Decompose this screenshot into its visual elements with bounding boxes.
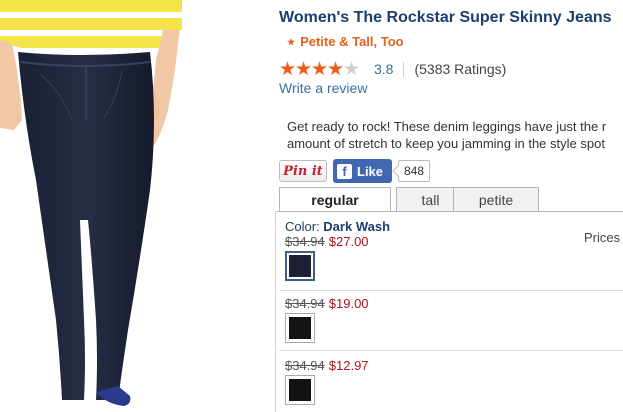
rating-value[interactable]: 3.8	[374, 61, 393, 77]
rating-row: ★ ★ ★ ★ ★ 3.8 (5383 Ratings)	[279, 58, 506, 80]
original-price: $34.94	[285, 358, 325, 373]
product-image[interactable]	[0, 0, 270, 412]
tagline-text: Petite & Tall, Too	[300, 34, 404, 49]
rating-stars[interactable]: ★ ★ ★ ★ ★	[279, 58, 361, 80]
size-tabs: regular tall petite	[279, 187, 623, 212]
jeans-model-photo	[0, 0, 182, 406]
color-name: Dark Wash	[323, 219, 391, 234]
row-divider	[279, 350, 623, 351]
original-price: $34.94	[285, 234, 325, 249]
vertical-divider	[275, 212, 276, 412]
star-icon: ★	[287, 37, 296, 47]
color-prefix: Color:	[285, 219, 324, 234]
pinterest-pin-button[interactable]: Pin it	[279, 160, 327, 182]
social-buttons: Pin it f Like 848	[279, 159, 431, 183]
facebook-like-button[interactable]: f Like	[333, 159, 392, 183]
color-swatch[interactable]	[285, 375, 315, 405]
swatch-fill	[289, 379, 311, 401]
star-icon: ★	[279, 58, 297, 80]
tab-regular[interactable]: regular	[279, 187, 391, 212]
price-row: $34.94 $19.00	[285, 296, 369, 311]
write-review-link[interactable]: Write a review	[279, 80, 367, 96]
star-icon: ★	[343, 58, 361, 80]
color-swatch-dark-wash[interactable]	[285, 251, 315, 281]
row-divider	[279, 290, 623, 291]
like-count: 848	[398, 160, 431, 182]
color-label: Color: Dark Wash	[285, 219, 390, 234]
sale-price: $27.00	[328, 234, 369, 249]
description-line: Get ready to rock! These denim leggings …	[287, 119, 607, 134]
size-tagline: ★ Petite & Tall, Too	[287, 34, 404, 49]
swatch-fill	[289, 317, 311, 339]
star-icon: ★	[327, 58, 345, 80]
sale-price: $12.97	[328, 358, 369, 373]
swatch-fill	[289, 255, 311, 277]
tabs-underline	[276, 211, 623, 212]
star-icon: ★	[311, 58, 329, 80]
rating-separator	[403, 61, 405, 77]
original-price: $34.94	[285, 296, 325, 311]
sale-price: $19.00	[328, 296, 369, 311]
color-swatch[interactable]	[285, 313, 315, 343]
product-title: Women's The Rockstar Super Skinny Jeans	[279, 9, 612, 26]
price-row: $34.94 $27.00	[285, 234, 369, 249]
description-line: amount of stretch to keep you jamming in…	[287, 136, 605, 151]
product-description: Get ready to rock! These denim leggings …	[287, 118, 623, 152]
prices-label: Prices	[584, 230, 621, 245]
price-row: $34.94 $12.97	[285, 358, 369, 373]
like-label: Like	[357, 163, 384, 179]
rating-count: (5383 Ratings)	[414, 61, 507, 77]
star-icon: ★	[295, 58, 313, 80]
tab-petite[interactable]: petite	[453, 187, 539, 212]
facebook-icon: f	[337, 163, 352, 179]
